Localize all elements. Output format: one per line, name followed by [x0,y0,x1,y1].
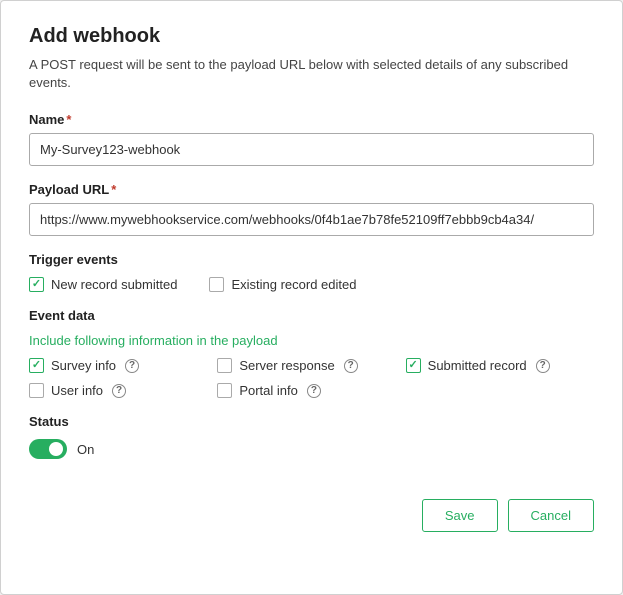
add-webhook-modal: Add webhook A POST request will be sent … [0,0,623,595]
submitted-record-checkbox[interactable]: ✓ [406,358,421,373]
trigger-events-label: Trigger events [29,252,594,267]
payload-url-input[interactable] [29,203,594,236]
toggle-container: On [29,439,594,459]
portal-info-label: Portal info [239,383,298,398]
cancel-button[interactable]: Cancel [508,499,594,532]
modal-title: Add webhook [29,25,594,48]
user-info-item[interactable]: User info ? [29,383,217,398]
event-data-subtitle: Include following information in the pay… [29,333,594,348]
event-data-grid: ✓ Survey info ? Server response ? ✓ Subm… [29,358,594,398]
new-record-item[interactable]: ✓ New record submitted [29,277,177,292]
portal-info-item[interactable]: Portal info ? [217,383,405,398]
user-info-label: User info [51,383,103,398]
server-response-item[interactable]: Server response ? [217,358,405,373]
portal-info-checkbox[interactable] [217,383,232,398]
existing-record-label: Existing record edited [231,277,356,292]
server-response-checkbox[interactable] [217,358,232,373]
toggle-track [29,439,67,459]
survey-info-item[interactable]: ✓ Survey info ? [29,358,217,373]
portal-info-help-icon[interactable]: ? [307,384,321,398]
survey-info-checkmark: ✓ [32,360,41,371]
submitted-record-checkmark: ✓ [409,360,418,371]
event-data-section: Event data Include following information… [29,308,594,398]
save-button[interactable]: Save [422,499,498,532]
payload-url-label: Payload URL* [29,182,594,197]
toggle-on-label: On [77,442,94,457]
status-section: Status On [29,414,594,459]
user-info-checkbox[interactable] [29,383,44,398]
status-toggle[interactable] [29,439,67,459]
survey-info-label: Survey info [51,358,116,373]
survey-info-help-icon[interactable]: ? [125,359,139,373]
submitted-record-label: Submitted record [428,358,527,373]
modal-description: A POST request will be sent to the paylo… [29,56,594,92]
existing-record-checkbox[interactable] [209,277,224,292]
event-data-label: Event data [29,308,594,323]
toggle-thumb [49,442,63,456]
name-input[interactable] [29,133,594,166]
name-required-star: * [66,112,71,127]
user-info-help-icon[interactable]: ? [112,384,126,398]
new-record-label: New record submitted [51,277,177,292]
name-field-label: Name* [29,112,594,127]
survey-info-checkbox[interactable]: ✓ [29,358,44,373]
new-record-checkmark: ✓ [32,279,41,290]
status-label: Status [29,414,594,429]
new-record-checkbox[interactable]: ✓ [29,277,44,292]
footer-actions: Save Cancel [29,499,594,532]
submitted-record-help-icon[interactable]: ? [536,359,550,373]
trigger-events-group: ✓ New record submitted Existing record e… [29,277,594,292]
existing-record-item[interactable]: Existing record edited [209,277,356,292]
submitted-record-item[interactable]: ✓ Submitted record ? [406,358,594,373]
payload-url-required-star: * [111,182,116,197]
name-field-group: Name* [29,112,594,182]
payload-url-field-group: Payload URL* [29,182,594,252]
server-response-help-icon[interactable]: ? [344,359,358,373]
server-response-label: Server response [239,358,334,373]
